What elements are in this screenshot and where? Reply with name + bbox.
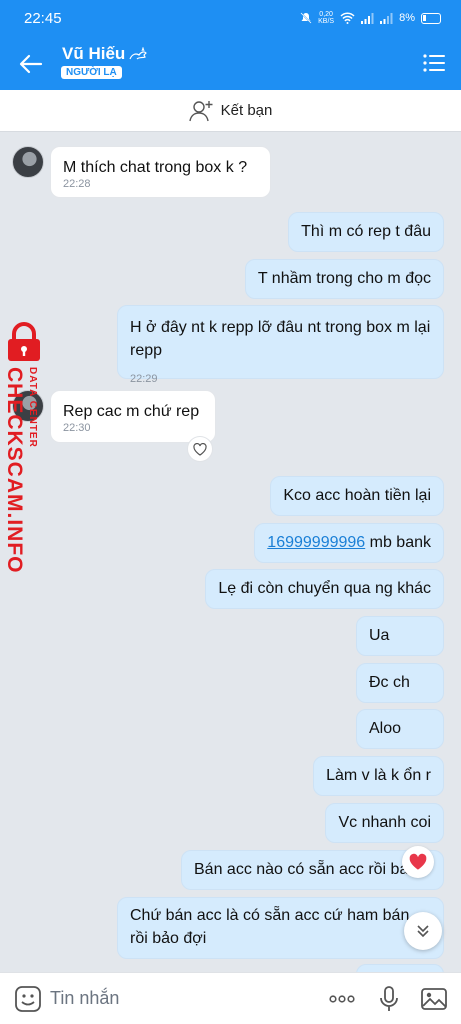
status-bar: 22:45 0,20 KB/S 8%: [0, 0, 461, 38]
message-bubble-outgoing[interactable]: Aloo: [356, 709, 444, 749]
add-user-icon: [188, 100, 213, 121]
mute-icon: [300, 12, 312, 24]
phone-link[interactable]: 16999999996: [267, 534, 365, 551]
message-input[interactable]: Tin nhắn: [50, 988, 119, 1009]
net-speed: 0,20 KB/S: [318, 11, 335, 25]
image-icon[interactable]: [420, 985, 448, 1013]
cat-icon: [129, 47, 148, 60]
chat-header: Vũ Hiếu NGƯỜI LẠ: [0, 38, 461, 90]
signal-icon: [361, 12, 374, 24]
add-friend-button[interactable]: Kết bạn: [0, 90, 461, 132]
message-bubble-outgoing[interactable]: Chứ bán acc là có sẵn acc cứ ham bán rồi…: [117, 897, 444, 959]
double-chevron-down-icon: [417, 925, 429, 938]
battery-percent: 8%: [399, 12, 415, 24]
message-bubble-outgoing-partial[interactable]: [356, 964, 444, 972]
scroll-down-button[interactable]: [404, 912, 442, 950]
heart-outline-icon: [193, 442, 207, 456]
back-arrow-icon[interactable]: [16, 49, 46, 79]
message-bubble-outgoing[interactable]: Đc ch: [356, 663, 444, 703]
contact-name[interactable]: Vũ Hiếu: [62, 44, 148, 64]
more-options-icon[interactable]: [328, 985, 356, 1013]
emoji-icon[interactable]: [14, 985, 42, 1013]
wifi-icon: [340, 12, 355, 24]
message-bubble-incoming[interactable]: M thích chat trong box k ? 22:28: [50, 146, 271, 198]
status-icons: 0,20 KB/S 8%: [300, 11, 441, 25]
message-bubble-outgoing[interactable]: 16999999996 mb bank: [254, 523, 444, 563]
message-bubble-outgoing[interactable]: Ua: [356, 616, 444, 656]
watermark-sub: DATA CENTER: [27, 367, 38, 448]
microphone-icon[interactable]: [375, 985, 403, 1013]
stranger-badge: NGƯỜI LẠ: [61, 66, 122, 79]
message-bubble-outgoing[interactable]: T nhầm trong cho m đọc: [244, 259, 444, 299]
status-time: 22:45: [24, 10, 62, 27]
message-bubble-outgoing[interactable]: H ở đây nt k repp lỡ đâu nt trong box m …: [117, 305, 444, 385]
chat-area[interactable]: M thích chat trong box k ? 22:28 Thì m c…: [0, 132, 461, 972]
message-bubble-outgoing[interactable]: Kco acc hoàn tiền lại: [270, 476, 444, 516]
heart-reaction-button[interactable]: [402, 846, 434, 878]
message-time: 22:30: [63, 422, 91, 434]
message-bubble-incoming[interactable]: Rep cac m chứ rep 22:30: [50, 390, 216, 443]
avatar[interactable]: [12, 146, 44, 178]
watermark-main: CHECKSCAM.INFO: [3, 367, 26, 574]
heart-icon: [409, 853, 427, 870]
message-bubble-outgoing[interactable]: Lẹ đi còn chuyển qua ng khác: [205, 569, 444, 609]
watermark: DATA CENTER CHECKSCAM.INFO: [3, 322, 44, 574]
add-friend-label: Kết bạn: [220, 102, 273, 119]
message-time: 22:28: [63, 178, 91, 190]
reaction-button[interactable]: [187, 436, 213, 462]
signal-icon-2: [380, 12, 393, 24]
message-bubble-outgoing[interactable]: Làm v là k ổn r: [313, 756, 444, 796]
message-input-bar: Tin nhắn: [0, 972, 461, 1024]
message-bubble-outgoing[interactable]: Vc nhanh coi: [325, 803, 444, 843]
menu-list-icon[interactable]: [422, 51, 446, 75]
message-bubble-outgoing[interactable]: Thì m có rep t đâu: [288, 212, 444, 252]
lock-icon: [8, 322, 40, 361]
battery-icon: [421, 12, 441, 24]
